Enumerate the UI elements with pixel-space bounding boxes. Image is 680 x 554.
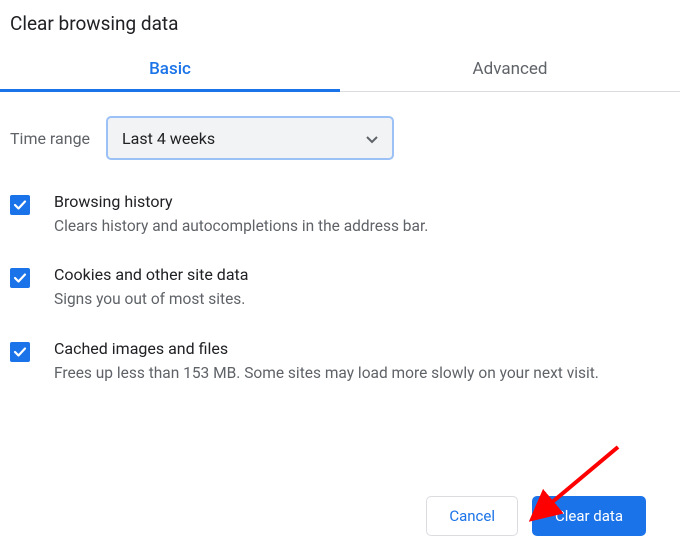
options-list: Browsing history Clears history and auto… [0,168,680,398]
time-range-value: Last 4 weeks [122,129,215,148]
dialog-title: Clear browsing data [0,0,680,49]
option-desc: Frees up less than 153 MB. Some sites ma… [54,362,670,384]
option-title: Cookies and other site data [54,265,670,284]
cancel-button[interactable]: Cancel [426,496,518,536]
option-title: Browsing history [54,192,670,211]
tab-basic[interactable]: Basic [0,49,340,91]
checkbox-cookies[interactable] [10,268,30,288]
clear-data-button[interactable]: Clear data [532,496,646,536]
check-icon [13,345,27,359]
time-range-select[interactable]: Last 4 weeks [106,116,394,160]
time-range-label: Time range [10,129,90,148]
dialog-footer: Cancel Clear data [426,496,646,536]
option-cookies: Cookies and other site data Signs you ou… [10,251,670,324]
time-range-row: Time range Last 4 weeks [0,92,680,168]
tab-strip: Basic Advanced [0,49,680,92]
chevron-down-icon [366,129,378,148]
option-browsing-history: Browsing history Clears history and auto… [10,178,670,251]
option-cache: Cached images and files Frees up less th… [10,325,670,398]
checkbox-cache[interactable] [10,342,30,362]
option-title: Cached images and files [54,339,670,358]
check-icon [13,198,27,212]
checkbox-browsing-history[interactable] [10,195,30,215]
option-desc: Signs you out of most sites. [54,288,670,310]
tab-advanced[interactable]: Advanced [340,49,680,91]
check-icon [13,271,27,285]
option-desc: Clears history and autocompletions in th… [54,215,670,237]
